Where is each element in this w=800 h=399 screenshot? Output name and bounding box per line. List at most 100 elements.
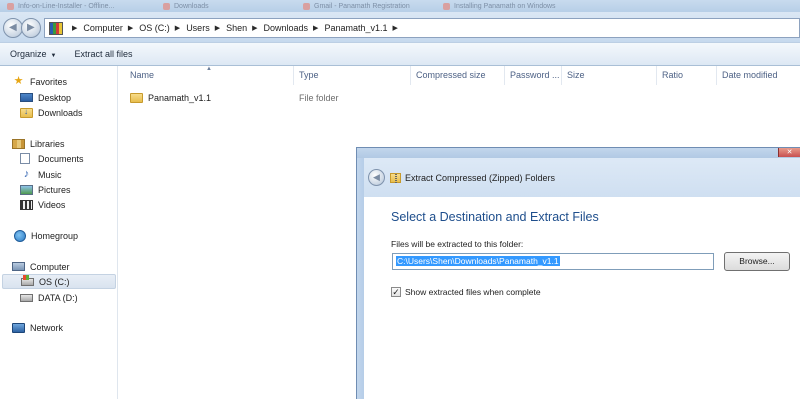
forward-button[interactable]: ▶	[21, 18, 41, 38]
column-header-name[interactable]: Name	[118, 66, 294, 85]
browser-tab[interactable]: Installing Panamath on Windows	[440, 1, 556, 12]
nav-homegroup[interactable]: Homegroup	[14, 228, 78, 243]
breadcrumb-os-drive[interactable]: OS (C:) ▶	[139, 23, 186, 33]
winrar-icon	[49, 21, 63, 35]
address-bar[interactable]: ▶ Computer ▶ OS (C:) ▶ Users ▶ Shen ▶ Downlo…	[44, 18, 800, 38]
tab-label: Gmail - Panamath Registration	[314, 3, 410, 10]
breadcrumb-panamath[interactable]: Panamath_v1.1 ▶	[324, 23, 403, 33]
organize-label: Organize	[10, 49, 47, 59]
breadcrumb-label: OS (C:)	[139, 23, 170, 33]
nav-music[interactable]: ♪ Music	[20, 167, 62, 182]
breadcrumb-separator[interactable]: ▶	[67, 24, 83, 32]
tab-label: Downloads	[174, 3, 209, 10]
column-header-password[interactable]: Password ...	[505, 66, 562, 85]
organize-button[interactable]: Organize ▼	[10, 49, 56, 59]
path-label: Files will be extracted to this folder:	[391, 239, 524, 249]
homegroup-icon	[14, 229, 26, 242]
close-button[interactable]: ✕	[778, 148, 800, 157]
nav-label: Videos	[38, 199, 66, 210]
file-row[interactable]: Panamath_v1.1	[130, 90, 211, 106]
browse-button[interactable]: Browse...	[724, 252, 790, 271]
chevron-right-icon: ▶	[313, 25, 319, 32]
breadcrumb-downloads[interactable]: Downloads ▶	[264, 23, 325, 33]
column-header-size[interactable]: Size	[562, 66, 657, 85]
caret-down-icon: ▼	[50, 53, 57, 59]
nav-label: DATA (D:)	[38, 292, 78, 303]
show-files-label: Show extracted files when complete	[405, 287, 541, 297]
drive-icon	[20, 293, 33, 302]
column-header-compressed-size[interactable]: Compressed size	[411, 66, 505, 85]
show-files-checkbox[interactable]: ✓ Show extracted files when complete	[391, 287, 541, 297]
command-bar: Organize ▼ Extract all files	[0, 42, 800, 66]
libraries-icon	[12, 138, 25, 149]
computer-icon	[12, 262, 25, 271]
back-arrow-icon: ◀	[9, 22, 17, 33]
nav-videos[interactable]: Videos	[20, 197, 65, 212]
nav-data-drive[interactable]: DATA (D:)	[20, 290, 78, 305]
dialog-heading: Select a Destination and Extract Files	[391, 210, 599, 224]
chevron-right-icon: ▶	[252, 25, 258, 32]
column-header-type[interactable]: Type	[294, 66, 411, 85]
forward-arrow-icon: ▶	[27, 22, 35, 33]
nav-label: Documents	[38, 153, 84, 164]
nav-label: Network	[30, 322, 64, 333]
path-value: C:\Users\Shen\Downloads\Panamath_v1.1	[396, 256, 560, 266]
checkmark-icon: ✓	[391, 287, 401, 297]
chevron-right-icon: ▶	[174, 25, 181, 32]
back-button[interactable]: ◀	[3, 18, 23, 38]
star-icon: ★	[13, 75, 24, 87]
extract-all-button[interactable]: Extract all files	[74, 49, 132, 59]
nav-label: OS (C:)	[39, 276, 70, 287]
tab-label: Installing Panamath on Windows	[454, 3, 556, 10]
navigation-pane: ★ Favorites Desktop Downloads Libraries D…	[0, 66, 118, 399]
extract-dialog: ✕ ◀ Extract Compressed (Zipped) Folders …	[356, 147, 800, 399]
dialog-back-button[interactable]: ◀	[368, 169, 385, 186]
chevron-right-icon: ▶	[214, 25, 221, 32]
nav-favorites[interactable]: ★ Favorites	[12, 74, 67, 89]
breadcrumb-label: Downloads	[263, 23, 309, 33]
folder-icon	[130, 93, 143, 103]
nav-network[interactable]: Network	[12, 320, 63, 335]
nav-label: Homegroup	[31, 230, 79, 241]
column-header-ratio[interactable]: Ratio	[657, 66, 717, 85]
network-icon	[12, 322, 25, 333]
nav-label: Favorites	[30, 76, 68, 87]
nav-pictures[interactable]: Pictures	[20, 182, 71, 197]
tab-label: Info-on-Line-Installer - Offline...	[18, 3, 115, 10]
file-name: Panamath_v1.1	[148, 93, 212, 103]
zip-folder-icon	[390, 172, 401, 183]
dialog-header: ◀ Extract Compressed (Zipped) Folders	[364, 158, 800, 197]
browser-tab[interactable]: Downloads	[160, 1, 209, 12]
nav-os-drive[interactable]: OS (C:)	[2, 274, 116, 289]
pictures-icon	[20, 184, 33, 195]
breadcrumb-label: Panamath_v1.1	[324, 23, 388, 33]
nav-label: Desktop	[38, 92, 72, 103]
breadcrumb-shen[interactable]: Shen ▶	[226, 23, 263, 33]
nav-documents[interactable]: Documents	[20, 151, 84, 166]
breadcrumb-label: Shen	[226, 23, 248, 33]
dialog-title: Extract Compressed (Zipped) Folders	[405, 172, 556, 183]
chevron-right-icon: ▶	[392, 25, 398, 32]
nav-label: Music	[38, 169, 62, 180]
file-type: File folder	[299, 93, 339, 103]
destination-path-input[interactable]: C:\Users\Shen\Downloads\Panamath_v1.1	[392, 253, 714, 270]
breadcrumb-label: Computer	[83, 23, 123, 33]
back-arrow-icon: ◀	[373, 172, 380, 182]
breadcrumb-computer[interactable]: Computer ▶	[83, 23, 139, 33]
breadcrumb-users[interactable]: Users ▶	[186, 23, 226, 33]
videos-icon	[20, 199, 33, 210]
nav-label: Libraries	[30, 138, 65, 149]
nav-computer[interactable]: Computer	[12, 259, 70, 274]
browser-tab[interactable]: Gmail - Panamath Registration	[300, 1, 410, 12]
column-header-date-modified[interactable]: Date modified	[717, 66, 800, 85]
os-drive-icon	[21, 274, 34, 286]
tab-strip: Info-on-Line-Installer - Offline... Down…	[0, 0, 800, 12]
nav-downloads[interactable]: Downloads	[20, 105, 83, 120]
downloads-icon	[20, 107, 33, 118]
nav-libraries[interactable]: Libraries	[12, 136, 65, 151]
music-icon: ♪	[23, 168, 30, 180]
address-row: ◀ ▶ ▶ Computer ▶ OS (C:) ▶ Users ▶ Shen ▶ Do…	[0, 12, 800, 42]
nav-desktop[interactable]: Desktop	[20, 90, 71, 105]
dialog-frame: ✕	[357, 148, 800, 158]
browser-tab[interactable]: Info-on-Line-Installer - Offline...	[4, 1, 114, 12]
